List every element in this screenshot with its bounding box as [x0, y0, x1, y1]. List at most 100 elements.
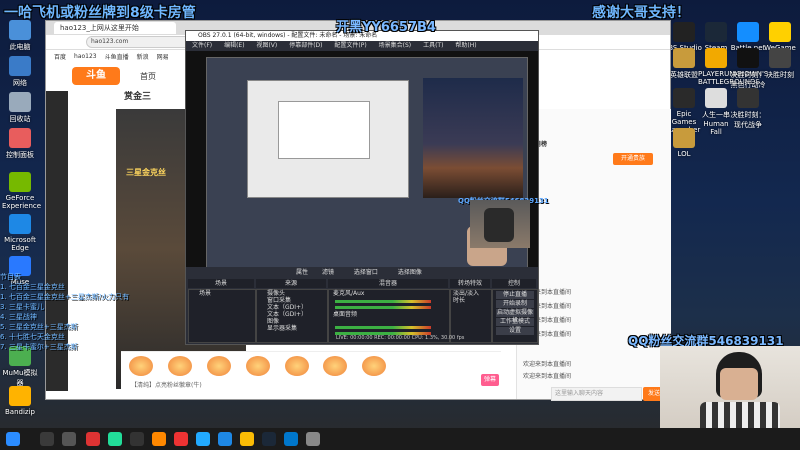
desktop-icon[interactable]: Bandizip [2, 386, 38, 416]
search-icon[interactable] [40, 432, 54, 446]
menu-item[interactable]: 工具(T) [423, 42, 443, 49]
sunset-image [423, 78, 523, 198]
desktop-icon[interactable]: 人生一串 Human Fall [698, 88, 734, 136]
vip-button[interactable]: 开通贵族 [613, 153, 653, 165]
transitions-header: 转场特效 [450, 279, 490, 288]
studio-mode-button[interactable]: 工作室模式 [496, 318, 534, 326]
program-line: 1. 七百金三星金克丝+三星杰斯/火力只有 [0, 293, 130, 301]
stream-title: 赏金三 [124, 92, 152, 102]
human-fall-icon [705, 88, 727, 108]
desktop-icon[interactable]: 回收站 [2, 92, 38, 124]
source-item[interactable]: 文本（GDI+） [257, 304, 327, 311]
taskbar [0, 428, 800, 450]
menu-item[interactable]: 编辑(E) [224, 42, 244, 49]
props-button[interactable]: 属性 [296, 269, 308, 276]
menu-item[interactable]: 帮助(H) [455, 42, 476, 49]
control-panel-icon [9, 128, 31, 148]
lol-icon [673, 48, 695, 68]
cod2-icon [769, 48, 791, 68]
webcam-small [470, 200, 530, 248]
menu-item[interactable]: 停靠部件(D) [289, 42, 322, 49]
audio-meter [335, 326, 431, 329]
desktop-icon[interactable]: 网络 [2, 56, 38, 88]
menu-item[interactable]: 场景集合(S) [379, 42, 412, 49]
source-item[interactable]: 图像 [257, 318, 327, 325]
gift-item[interactable] [167, 356, 192, 376]
desktop-icon[interactable]: 决胜时刻：现代战争 [730, 88, 766, 130]
start-icon[interactable] [6, 432, 20, 446]
gift-item[interactable] [284, 356, 309, 376]
task-view-icon[interactable] [62, 432, 76, 446]
nav-home[interactable]: 首页 [140, 71, 156, 82]
app-icon[interactable] [108, 432, 122, 446]
app-icon[interactable] [86, 432, 100, 446]
gift-item[interactable] [362, 356, 387, 376]
controls-header: 控制 [492, 279, 536, 288]
overlay-top-right: 感谢大哥支持！ [592, 5, 690, 21]
mixer-header: 混音器 [328, 279, 448, 288]
desktop-icon[interactable]: Microsoft Edge [2, 214, 38, 252]
chat-line: 欢迎来到本直播间 [523, 361, 572, 368]
overlay-top-center: 开黑YY6657B4 [336, 20, 436, 35]
virtual-cam-button[interactable]: 启动虚拟摄像机 [496, 309, 534, 324]
desktop-icon[interactable]: 英雄联盟 [666, 48, 702, 80]
gift-item[interactable] [206, 356, 231, 376]
program-line: 6. 十七胜七天金克丝 [0, 333, 65, 341]
bookmark-item[interactable]: hao123 [74, 53, 97, 60]
bookmark-item[interactable]: 网易 [157, 52, 169, 61]
danmu-button[interactable]: 弹幕 [481, 374, 499, 386]
bookmark-item[interactable]: 百度 [54, 52, 66, 61]
steam-icon [705, 22, 727, 42]
app-icon[interactable] [284, 432, 298, 446]
obs-menu: 文件(F) 编辑(E) 视图(V) 停靠部件(D) 配置文件(P) 场景集合(S… [186, 41, 538, 51]
desktop-icon[interactable]: GeForce Experience [2, 172, 41, 210]
steam-taskbar-icon[interactable] [262, 432, 276, 446]
bookmark-item[interactable]: 新浪 [137, 52, 149, 61]
menu-item[interactable]: 视图(V) [256, 42, 277, 49]
stream-label: 三星金克丝 [126, 168, 166, 177]
menu-item[interactable]: 配置文件(P) [334, 42, 366, 49]
filter-button[interactable]: 滤镜 [322, 269, 334, 276]
source-item[interactable]: 窗口采集 [257, 297, 327, 304]
chrome-icon[interactable] [240, 432, 254, 446]
bookmark-item[interactable]: 斗鱼直播 [105, 52, 129, 61]
chat-input[interactable]: 这里输入聊天内容 [551, 387, 642, 401]
obs-taskbar-icon[interactable] [130, 432, 144, 446]
settings-button[interactable]: 设置 [496, 327, 534, 335]
desktop-icon[interactable]: 决胜时刻 [762, 48, 798, 80]
image-select[interactable]: 选择图像 [398, 269, 422, 276]
lol-small-icon [673, 128, 695, 148]
scene-item[interactable]: 场景 [189, 290, 255, 297]
desktop-icon[interactable]: MuMu模拟器 [2, 346, 38, 388]
volume-slider[interactable] [335, 306, 431, 309]
obs-status: LIVE: 00:00:00 REC: 00:00:00 CPU: 1.3%, … [336, 335, 465, 341]
gift-item[interactable] [323, 356, 348, 376]
stop-stream-button[interactable]: 停止直播 [496, 291, 534, 299]
site-logo[interactable]: 斗鱼 [72, 67, 120, 85]
start-record-button[interactable]: 开始录制 [496, 300, 534, 308]
gift-item[interactable] [245, 356, 270, 376]
browser-tab[interactable]: hao123_上网从这里开始 [54, 22, 176, 34]
chat-line: 欢迎来到本直播间 [523, 373, 572, 380]
transition-select[interactable]: 淡出/淡入 [451, 290, 491, 297]
person-figure [484, 208, 514, 242]
desktop-icon[interactable]: 控制面板 [2, 128, 38, 160]
app-icon[interactable] [174, 432, 188, 446]
gift-bar: 【清纯】点亮粉丝徽章(牛) 弹幕 [121, 351, 501, 390]
desktop-icon[interactable]: 此电脑 [2, 20, 38, 52]
computer-icon [9, 20, 31, 40]
app-icon[interactable] [306, 432, 320, 446]
recycle-bin-icon [9, 92, 31, 112]
edge-taskbar-icon[interactable] [196, 432, 210, 446]
gift-item[interactable] [129, 356, 153, 376]
app-icon[interactable] [218, 432, 232, 446]
source-item[interactable]: 摄像头 [257, 290, 327, 297]
desktop-icon[interactable]: LOL [666, 128, 702, 158]
window-select[interactable]: 选择窗口 [354, 269, 378, 276]
source-item[interactable]: 文本（GDI+） [257, 311, 327, 318]
app-icon[interactable] [152, 432, 166, 446]
pubg-icon [705, 48, 727, 68]
desktop-icon[interactable]: PLAYERUNKNOWN'S BATTLEGROUNDS [698, 48, 768, 86]
menu-item[interactable]: 文件(F) [192, 42, 212, 49]
source-item[interactable]: 显示器采集 [257, 325, 327, 332]
